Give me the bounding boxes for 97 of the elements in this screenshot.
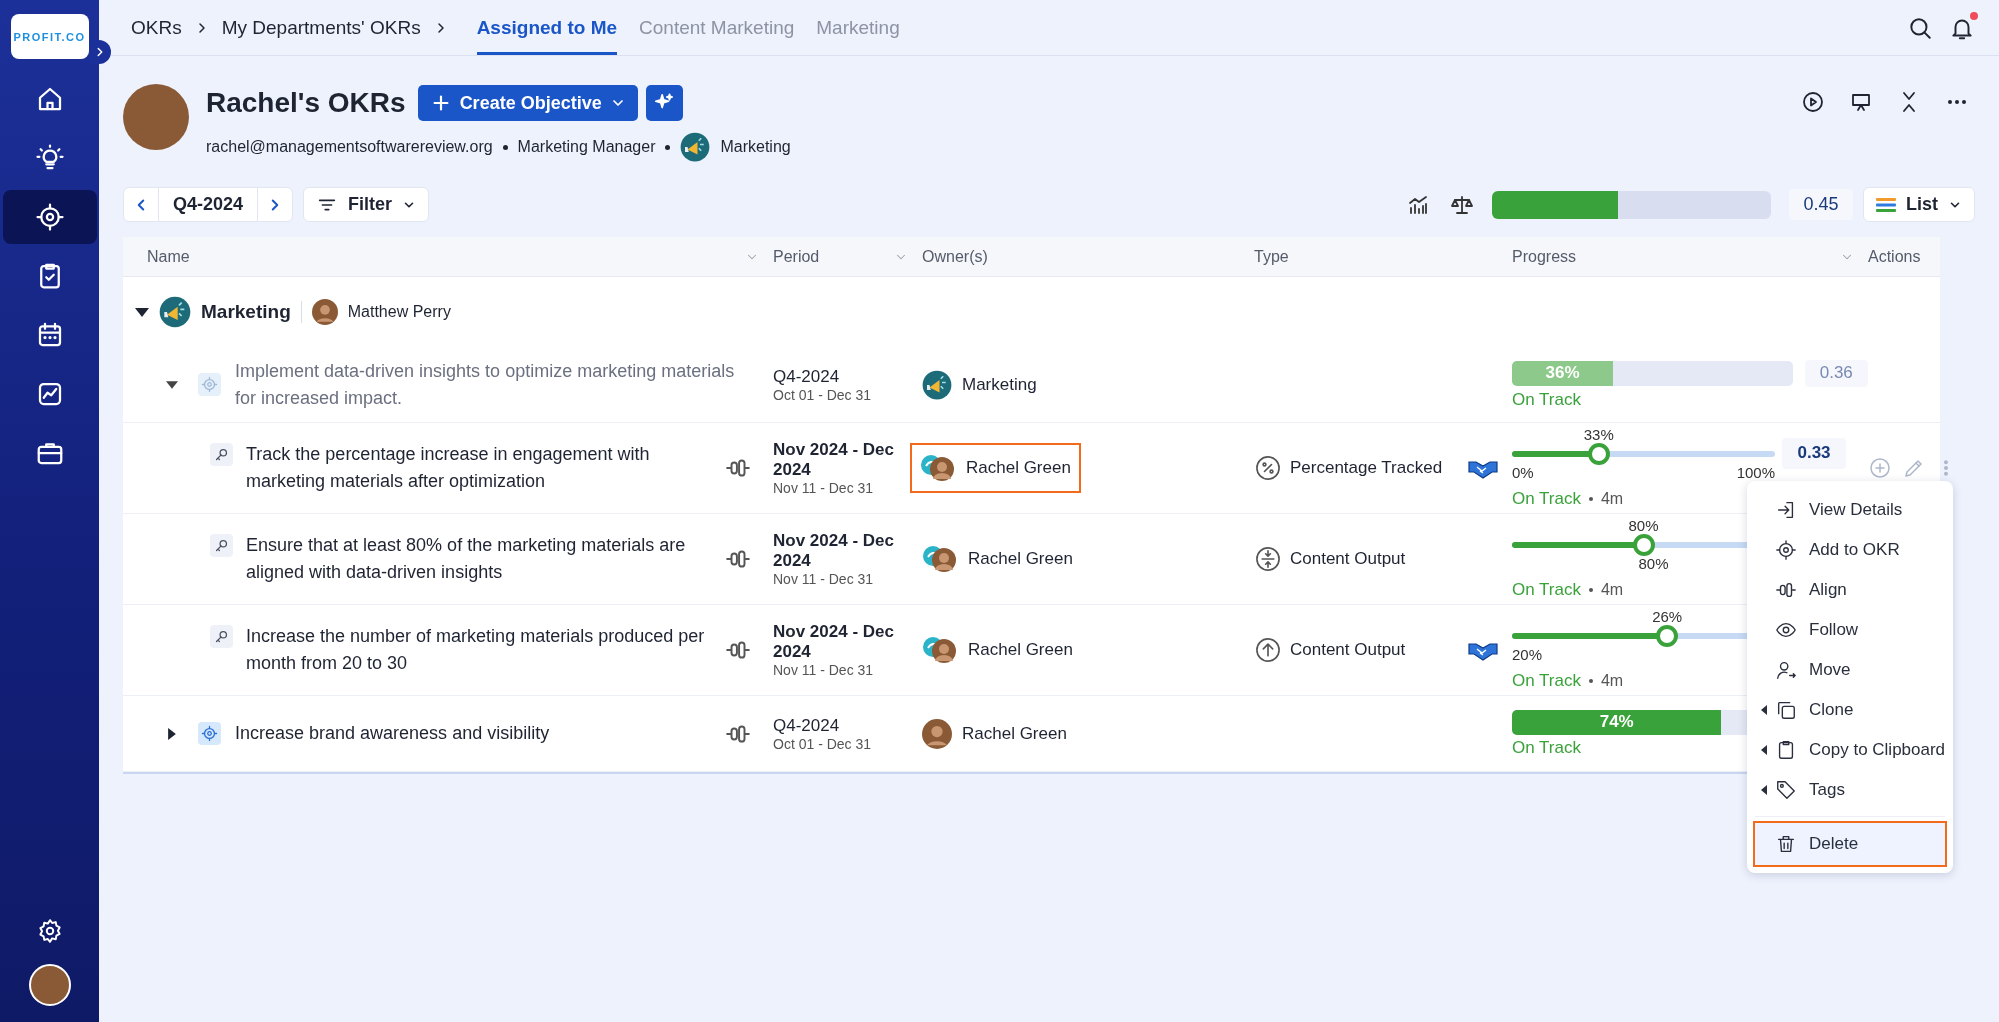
date-range: Nov 11 - Dec 31 [773, 480, 875, 496]
sidebar-item[interactable] [2, 190, 97, 244]
type-label: Content Output [1290, 640, 1406, 660]
department-icon [680, 132, 711, 162]
copy-icon [1775, 699, 1797, 721]
group-owner: Matthew Perry [347, 303, 451, 321]
column-header[interactable]: Period [773, 247, 922, 266]
user-avatar[interactable] [28, 964, 71, 1006]
progress-percent: 33% [1583, 425, 1614, 443]
progress-percent: 80% [1628, 516, 1659, 534]
ai-button[interactable] [645, 85, 683, 121]
team-icon [159, 296, 191, 328]
column-header: Type [1254, 247, 1290, 266]
play-icon [1801, 90, 1825, 114]
period-text: Nov 2024 - Dec 2024 [773, 622, 895, 662]
type-label: Percentage Tracked [1290, 458, 1443, 478]
menu-item[interactable]: Clone [1753, 690, 1947, 730]
owner-name: Marketing [962, 374, 1037, 395]
settings-icon[interactable] [36, 918, 63, 944]
period-text: Nov 2024 - Dec 2024 [773, 440, 895, 480]
progress-value: 0.33 [1782, 437, 1846, 469]
date-range: Oct 01 - Dec 31 [773, 735, 873, 752]
breadcrumb-link[interactable]: OKRs [131, 16, 182, 39]
period-label: Q4-2024 [158, 188, 259, 221]
objective-title[interactable]: Increase brand awareness and visibility [235, 720, 713, 747]
team-and-person-avatar [920, 454, 956, 482]
progress-slider[interactable]: 33% 0% 100% [1512, 427, 1775, 486]
tab[interactable]: Assigned to Me [476, 0, 618, 55]
filter-button[interactable]: Filter [303, 187, 430, 222]
period-text: Q4-2024 [773, 366, 841, 387]
menu-item[interactable]: Tags [1753, 770, 1947, 810]
group-name: Marketing [201, 301, 291, 323]
user-arrow-icon [1775, 659, 1797, 681]
status-text: On Track [1512, 737, 1581, 758]
type-label: Content Output [1290, 549, 1406, 569]
caret-down-icon[interactable] [135, 307, 149, 317]
view-toggle-button[interactable]: List [1863, 187, 1975, 222]
owner-name: Rachel Green [962, 723, 1067, 744]
owner-name: Rachel Green [968, 549, 1073, 569]
updated-time: 4m [1600, 671, 1624, 690]
menu-item[interactable]: Follow [1753, 610, 1947, 650]
range-start: 0% [1512, 463, 1534, 481]
target-value: 80% [1638, 554, 1669, 572]
period-text: Q4-2024 [773, 715, 841, 736]
updated-time: 4m [1600, 580, 1624, 599]
user-email: rachel@managementsoftwarereview.org [206, 138, 493, 156]
status-text: On Track [1512, 670, 1581, 691]
owner-name: Rachel Green [966, 458, 1071, 478]
date-range: Nov 11 - Dec 31 [773, 662, 875, 678]
period-text: Nov 2024 - Dec 2024 [773, 531, 895, 571]
create-objective-button[interactable]: Create Objective [417, 85, 638, 121]
date-range: Nov 11 - Dec 31 [773, 571, 875, 587]
page-title: Rachel's OKRs [206, 87, 406, 119]
status-text: On Track [1512, 488, 1581, 509]
column-header: Actions [1868, 247, 1922, 266]
progress-fill: 36% [1512, 360, 1613, 386]
menu-item[interactable]: Add to OKR [1753, 530, 1947, 570]
updated-time: 4m [1600, 489, 1624, 508]
tag-icon [1775, 779, 1797, 801]
key-result-title[interactable]: Ensure that at least 80% of the marketing materials are aligned with data-driven insights [246, 532, 713, 586]
person-avatar [922, 718, 952, 749]
status-text: On Track [1512, 389, 1581, 410]
list-icon [1876, 196, 1896, 213]
team-icon [922, 369, 952, 400]
menu-item[interactable]: Copy to Clipboard [1753, 730, 1947, 770]
range-start: 20% [1512, 645, 1543, 663]
more-icon [1945, 99, 1969, 105]
team-and-person-avatar [922, 545, 958, 573]
key-result-title[interactable]: Increase the number of marketing materials produced per month from 20 to 30 [246, 623, 713, 677]
column-header[interactable]: Name [123, 247, 773, 266]
team-and-person-avatar [922, 636, 958, 664]
notification-button[interactable] [1949, 14, 1975, 41]
key-result-title[interactable]: Track the percentage increase in engagement with marketing materials after optimization [246, 441, 713, 495]
department-name: Marketing [720, 138, 791, 156]
target-icon [34, 202, 65, 232]
menu-item[interactable]: Align [1753, 570, 1947, 610]
user-role: Marketing Manager [517, 138, 656, 156]
breadcrumb-link[interactable]: My Departments' OKRs [221, 16, 421, 39]
progress-fill: 74% [1512, 709, 1722, 735]
objective-title[interactable]: Implement data-driven insights to optimize marketing materials for increased impact. [235, 357, 751, 412]
expand-sidebar-button[interactable] [89, 40, 111, 64]
column-header[interactable]: Progress [1512, 247, 1868, 266]
range-end: 100% [1736, 463, 1775, 481]
date-range: Oct 01 - Dec 31 [773, 386, 873, 403]
target-icon [1775, 539, 1797, 561]
caret-down-icon[interactable] [166, 380, 178, 389]
caret-right-icon[interactable] [168, 727, 176, 740]
menu-item[interactable]: Move [1753, 650, 1947, 690]
trash-icon [1775, 833, 1797, 855]
column-header: Owner(s) [922, 247, 989, 266]
person-avatar [311, 299, 338, 325]
progress-value: 0.45 [1789, 189, 1853, 220]
progress-value: 0.36 [1804, 359, 1868, 387]
status-text: On Track [1512, 579, 1581, 600]
progress-percent: 26% [1652, 607, 1683, 625]
owner-name: Rachel Green [968, 640, 1073, 660]
menu-item[interactable]: View Details [1753, 490, 1947, 530]
